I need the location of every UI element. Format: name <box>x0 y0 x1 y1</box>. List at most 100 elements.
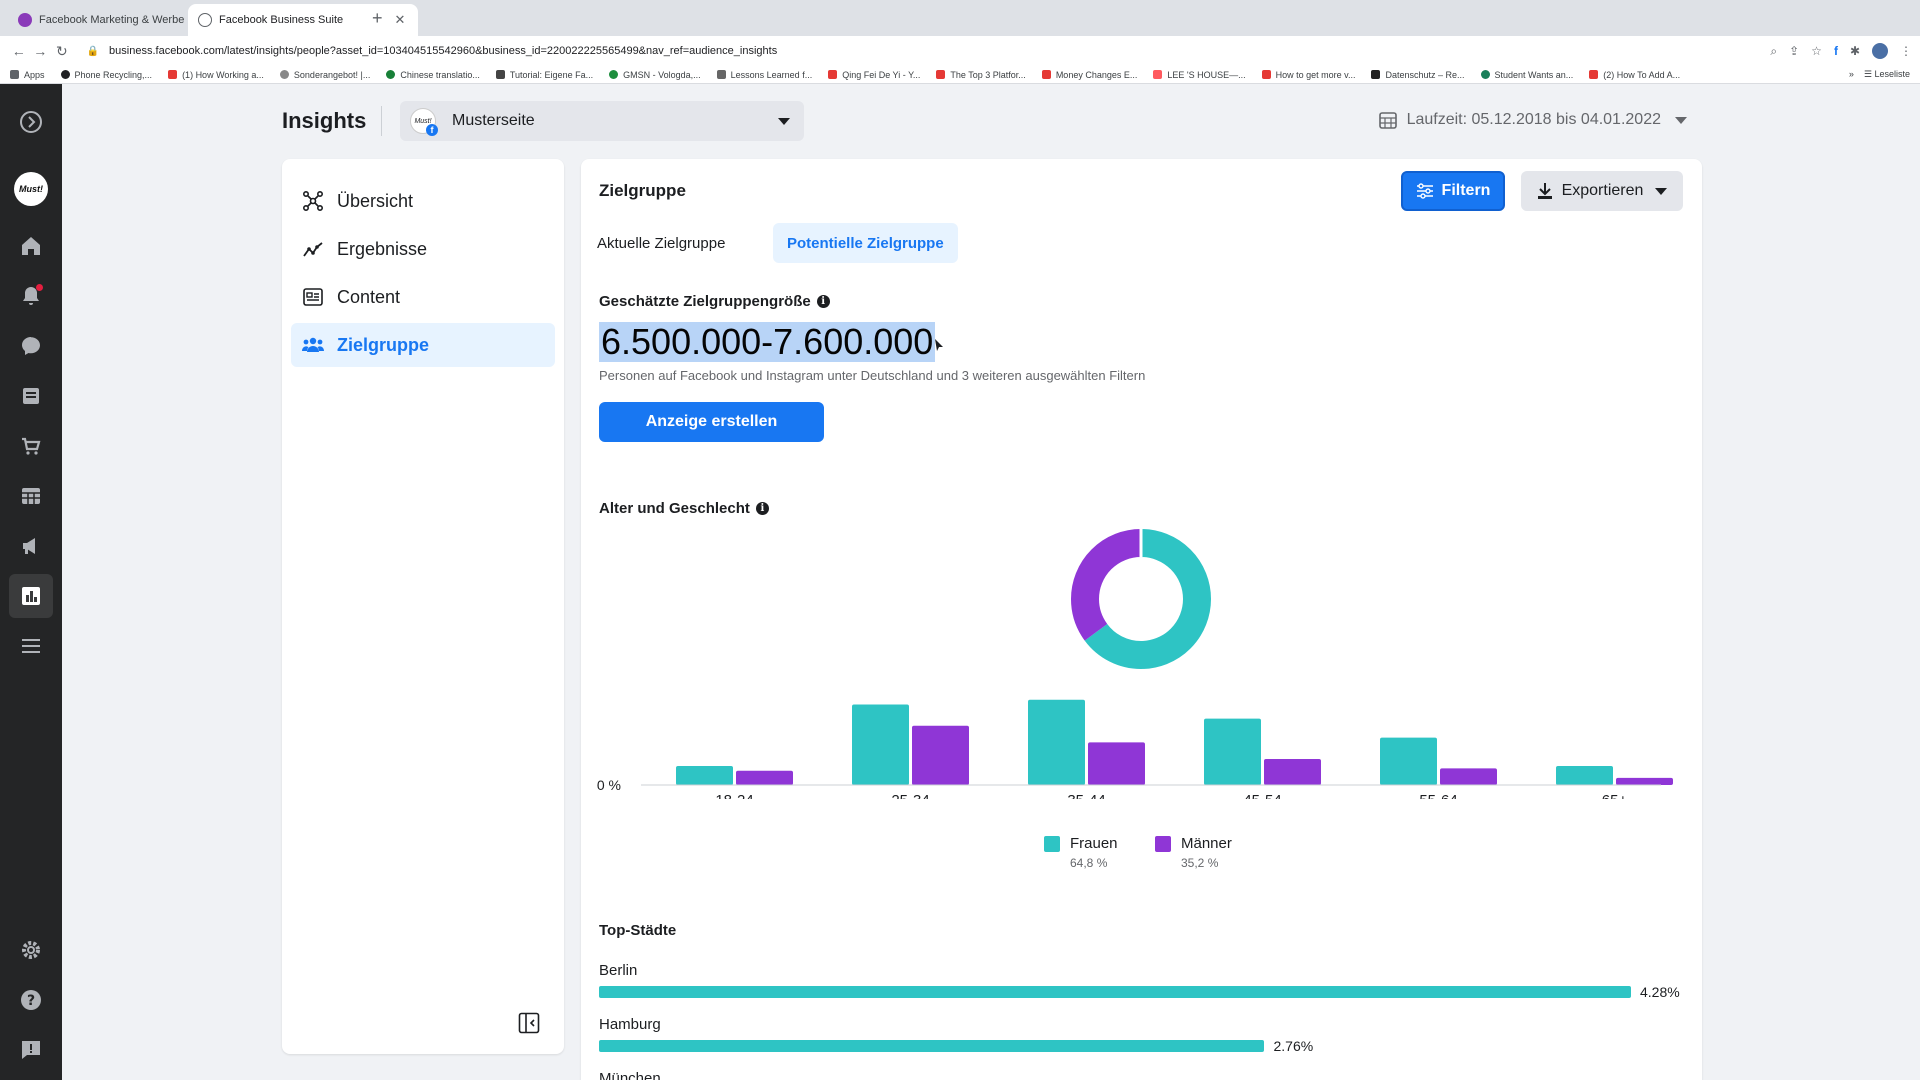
browser-actions: ⌕ ⇪ ☆ f ✱ ⋮ <box>1770 43 1912 59</box>
browser-tabbar: Facebook Marketing & Werbe ✕ Facebook Bu… <box>0 0 1920 36</box>
sidebar-item-content[interactable]: Content <box>291 275 555 319</box>
menu-icon[interactable]: ⋮ <box>1900 44 1912 58</box>
bookmark-item[interactable]: Money Changes E... <box>1041 70 1137 80</box>
notifications-icon[interactable] <box>9 274 53 318</box>
home-icon[interactable] <box>9 224 53 268</box>
x-tick-label: 45-54 <box>1243 792 1281 799</box>
new-tab-icon[interactable]: + <box>372 8 383 29</box>
bookmark-item[interactable]: Phone Recycling,... <box>60 70 152 80</box>
bar-frauen-18-24[interactable] <box>676 766 733 785</box>
sidebar-item-audience[interactable]: Zielgruppe <box>291 323 555 367</box>
bookmark-item[interactable]: LEE 'S HOUSE—... <box>1153 70 1246 80</box>
city-pct: 4.28% <box>1640 984 1680 1000</box>
profile-avatar[interactable] <box>1872 43 1888 59</box>
ads-icon[interactable] <box>9 524 53 568</box>
city-bar <box>599 1040 1265 1052</box>
zoom-icon[interactable]: ⌕ <box>1770 44 1777 59</box>
reading-list[interactable]: » ☰ Leseliste <box>1849 69 1910 80</box>
bookmark-item[interactable]: Sonderangebot! |... <box>279 70 370 80</box>
bar-frauen-45-54[interactable] <box>1204 718 1261 785</box>
info-icon[interactable]: i <box>816 295 830 308</box>
bookmark-item[interactable]: How to get more v... <box>1261 70 1355 80</box>
bookmark-favicon-icon <box>60 70 70 79</box>
url-text: business.facebook.com/latest/insights/pe… <box>109 45 778 57</box>
share-icon[interactable]: ⇪ <box>1789 44 1799 58</box>
address-bar[interactable]: 🔒 business.facebook.com/latest/insights/… <box>87 39 1771 63</box>
date-range-picker[interactable]: Laufzeit: 05.12.2018 bis 04.01.2022 <box>1378 111 1687 129</box>
bookmark-item[interactable]: Lessons Learned f... <box>716 70 812 80</box>
bookmark-item[interactable]: The Top 3 Platfor... <box>936 70 1026 80</box>
youtube-icon <box>828 70 838 79</box>
planner-icon[interactable] <box>9 474 53 518</box>
facebook-extension-icon[interactable]: f <box>1834 44 1838 58</box>
airbnb-icon <box>1153 70 1163 79</box>
filter-button[interactable]: Filtern <box>1401 171 1505 211</box>
x-tick-label: 18-24 <box>715 792 753 799</box>
shop-icon[interactable] <box>9 424 53 468</box>
bar-männer-25-34[interactable] <box>912 725 969 785</box>
page-selector[interactable]: Must! f Musterseite <box>400 101 804 141</box>
back-icon[interactable]: ← <box>8 43 30 59</box>
bookmark-item[interactable]: Datenschutz – Re... <box>1371 70 1465 80</box>
extensions-icon[interactable]: ✱ <box>1850 44 1860 58</box>
sidebar-item-overview[interactable]: Übersicht <box>291 179 555 223</box>
youtube-icon <box>168 70 178 79</box>
tab-title: Facebook Business Suite <box>219 14 344 26</box>
x-tick-label: 25-34 <box>891 792 929 799</box>
hashtag-icon <box>495 70 505 79</box>
bar-frauen-55-64[interactable] <box>1380 737 1437 785</box>
tab-current-audience[interactable]: Aktuelle Zielgruppe <box>583 223 739 263</box>
bar-männer-35-44[interactable] <box>1088 742 1145 785</box>
settings-icon[interactable] <box>9 928 53 972</box>
bookmark-item[interactable]: Tutorial: Eigene Fa... <box>495 70 593 80</box>
bookmark-item[interactable]: (1) How Working a... <box>168 70 264 80</box>
help-icon[interactable]: ? <box>9 978 53 1022</box>
chevron-down-icon <box>1675 116 1687 124</box>
bar-männer-65+[interactable] <box>1616 777 1673 785</box>
page-avatar[interactable]: Must! <box>14 172 48 206</box>
mouse-cursor-icon <box>935 339 943 351</box>
insights-icon[interactable] <box>9 574 53 618</box>
section-title: Zielgruppe <box>599 181 686 200</box>
tab-potential-audience[interactable]: Potentielle Zielgruppe <box>773 223 958 263</box>
content-icon[interactable] <box>9 374 53 418</box>
reload-icon[interactable]: ↻ <box>51 43 73 60</box>
tab-close-icon[interactable]: ✕ <box>392 12 408 28</box>
legend-frauen: Frauen 64,8 % <box>1044 835 1118 870</box>
audience-size-description: Personen auf Facebook und Instagram unte… <box>599 368 1146 383</box>
bookmark-item[interactable]: Student Wants an... <box>1480 70 1573 80</box>
collapse-sidebar-icon[interactable] <box>518 1012 540 1034</box>
bookmark-item[interactable]: (2) How To Add A... <box>1589 70 1680 80</box>
y-axis-zero-label: 0 % <box>597 777 621 793</box>
city-pct: 2.76% <box>1273 1038 1314 1054</box>
bookmark-apps[interactable]: Apps <box>10 70 45 80</box>
sidebar-item-results[interactable]: Ergebnisse <box>291 227 555 271</box>
bar-frauen-35-44[interactable] <box>1028 699 1085 785</box>
create-ad-button[interactable]: Anzeige erstellen <box>599 402 824 442</box>
bar-frauen-25-34[interactable] <box>852 704 909 785</box>
export-button[interactable]: Exportieren <box>1521 171 1683 211</box>
apps-grid-icon <box>10 70 19 79</box>
bookmark-item[interactable]: GMSN - Vologda,... <box>609 70 701 80</box>
bookmark-item[interactable]: Qing Fei De Yi - Y... <box>828 70 920 80</box>
app-rail: Must! ? <box>0 84 62 1080</box>
feedback-icon[interactable] <box>9 1028 53 1072</box>
bar-männer-45-54[interactable] <box>1264 758 1321 785</box>
bar-frauen-65+[interactable] <box>1556 766 1613 785</box>
filter-sliders-icon <box>1416 183 1433 199</box>
bar-männer-55-64[interactable] <box>1440 768 1497 785</box>
info-icon[interactable]: i <box>755 502 769 515</box>
star-icon[interactable]: ☆ <box>1811 44 1822 58</box>
all-tools-icon[interactable] <box>9 624 53 668</box>
youtube-icon <box>1041 70 1051 79</box>
city-name: Hamburg <box>599 1016 661 1033</box>
browser-tab-active[interactable]: Facebook Business Suite ✕ <box>188 4 418 36</box>
bookmark-item[interactable]: Chinese translatio... <box>386 70 480 80</box>
city-bar <box>599 986 1631 998</box>
meta-logo-icon[interactable] <box>9 100 53 144</box>
x-axis-labels: 18-24 25-34 35-44 45-54 55-64 65+ <box>715 792 1627 799</box>
forward-icon[interactable]: → <box>30 43 52 59</box>
inbox-icon[interactable] <box>9 324 53 368</box>
audience-card: Zielgruppe Filtern Exportieren Aktuelle … <box>581 159 1702 1080</box>
bar-männer-18-24[interactable] <box>736 770 793 785</box>
